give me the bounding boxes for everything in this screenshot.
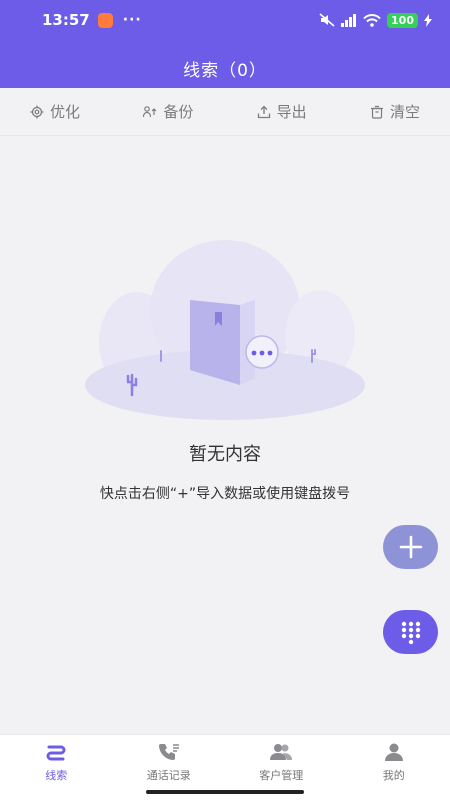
backup-icon bbox=[143, 105, 157, 117]
leads-icon bbox=[46, 745, 66, 761]
phone-call-log-icon bbox=[158, 744, 179, 760]
clear-button[interactable]: 清空 bbox=[370, 101, 420, 122]
plus-icon bbox=[399, 535, 422, 559]
empty-state-title: 暂无内容 bbox=[189, 444, 261, 465]
export-button[interactable]: 导出 bbox=[257, 101, 307, 122]
add-button[interactable] bbox=[383, 525, 438, 569]
status-indicators: 100 bbox=[319, 12, 432, 28]
app-header: 13:57 ··· 100 线索（0） bbox=[0, 0, 450, 88]
clear-label: 清空 bbox=[389, 103, 420, 121]
backup-button[interactable]: 备份 bbox=[143, 101, 193, 122]
dialpad-icon bbox=[401, 621, 420, 645]
backup-label: 备份 bbox=[163, 103, 194, 121]
nav-label-call-log: 通话记录 bbox=[146, 769, 191, 782]
gear-icon bbox=[30, 105, 44, 118]
profile-icon bbox=[384, 743, 403, 761]
trash-icon bbox=[370, 105, 383, 119]
nav-label-customers: 客户管理 bbox=[259, 769, 304, 782]
nav-item-leads[interactable]: 线索 bbox=[0, 735, 113, 800]
app-notification-icon bbox=[97, 12, 113, 28]
optimize-label: 优化 bbox=[50, 103, 81, 121]
home-indicator[interactable] bbox=[146, 790, 304, 794]
battery-indicator: 100 bbox=[387, 12, 418, 28]
action-toolbar: 优化 备份 导出 清空 bbox=[0, 88, 450, 136]
optimize-button[interactable]: 优化 bbox=[30, 101, 80, 122]
page-title: 线索（0） bbox=[183, 61, 267, 81]
more-notifications-icon: ··· bbox=[122, 12, 142, 28]
nav-label-profile: 我的 bbox=[382, 769, 405, 782]
illustration-dot bbox=[259, 350, 265, 356]
status-bar: 13:57 ··· 100 bbox=[0, 0, 450, 40]
customers-icon bbox=[270, 744, 293, 760]
charging-icon bbox=[424, 13, 432, 27]
wifi-icon bbox=[363, 13, 381, 27]
export-label: 导出 bbox=[276, 103, 307, 121]
nav-item-profile[interactable]: 我的 bbox=[338, 735, 450, 800]
export-icon bbox=[257, 105, 270, 118]
empty-state-illustration bbox=[85, 240, 365, 420]
mute-icon bbox=[319, 13, 335, 27]
nav-label-leads: 线索 bbox=[45, 769, 68, 782]
illustration-dot bbox=[267, 350, 273, 356]
status-time: 13:57 bbox=[42, 11, 90, 29]
illustration-dot bbox=[251, 350, 257, 356]
signal-icon bbox=[341, 13, 357, 27]
dialpad-button[interactable] bbox=[383, 610, 438, 654]
empty-state-hint: 快点击右侧“+”导入数据或使用键盘拨号 bbox=[99, 486, 351, 502]
